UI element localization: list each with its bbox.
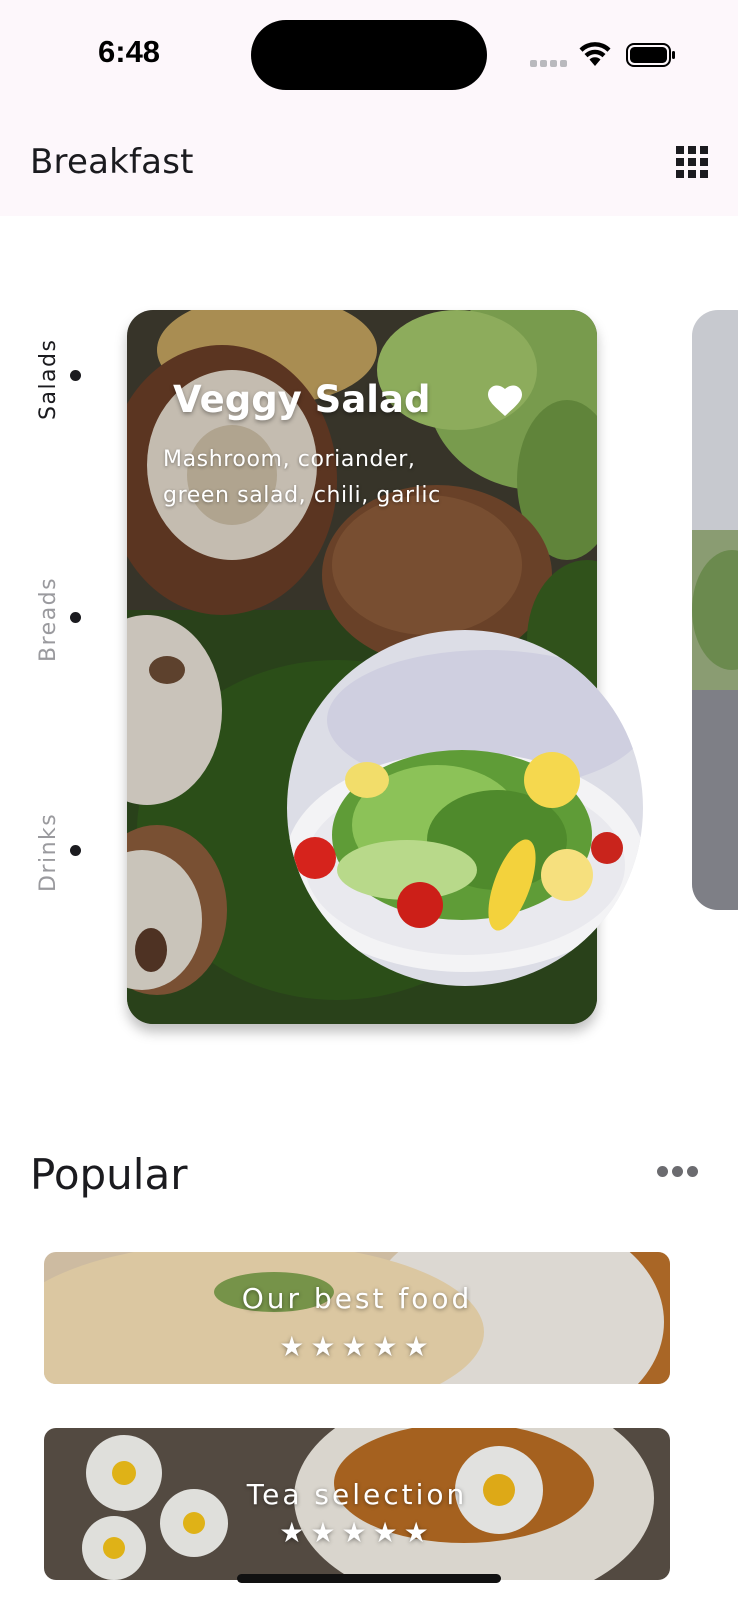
category-dot (70, 370, 81, 381)
featured-title: Veggy Salad (173, 378, 431, 421)
popular-card-best-food[interactable]: Our best food ★★★★★ (44, 1252, 670, 1384)
app-bar: Breakfast (0, 110, 738, 216)
popular-card-title: Our best food (241, 1282, 473, 1315)
battery-icon (626, 43, 675, 67)
category-label: Salads (36, 338, 61, 420)
category-dot (70, 845, 81, 856)
cellular-icon (530, 60, 568, 68)
popular-card-title: Tea selection (246, 1478, 468, 1511)
rating-stars: ★★★★★ (279, 1516, 435, 1549)
popular-card-tea-selection[interactable]: Tea selection ★★★★★ (44, 1428, 670, 1580)
heart-icon[interactable] (487, 384, 523, 418)
popular-section-title: Popular (30, 1150, 188, 1199)
more-horizontal-icon[interactable] (657, 1166, 699, 1180)
salad-plate-image (287, 630, 643, 986)
status-time: 6:48 (98, 34, 161, 69)
home-indicator[interactable] (237, 1574, 501, 1583)
dynamic-island (251, 20, 487, 90)
page-title: Breakfast (30, 142, 194, 182)
next-food-card[interactable] (692, 310, 738, 910)
grid-menu-icon[interactable] (676, 146, 708, 178)
category-dot (70, 612, 81, 623)
rating-stars: ★★★★★ (279, 1330, 435, 1363)
category-label: Breads (36, 576, 61, 662)
status-bar: 6:48 (0, 0, 738, 110)
featured-description: Mashroom, coriander, green salad, chili,… (163, 447, 441, 508)
category-label: Drinks (36, 812, 61, 892)
pasta-image (44, 1252, 670, 1384)
wifi-icon (579, 42, 611, 66)
